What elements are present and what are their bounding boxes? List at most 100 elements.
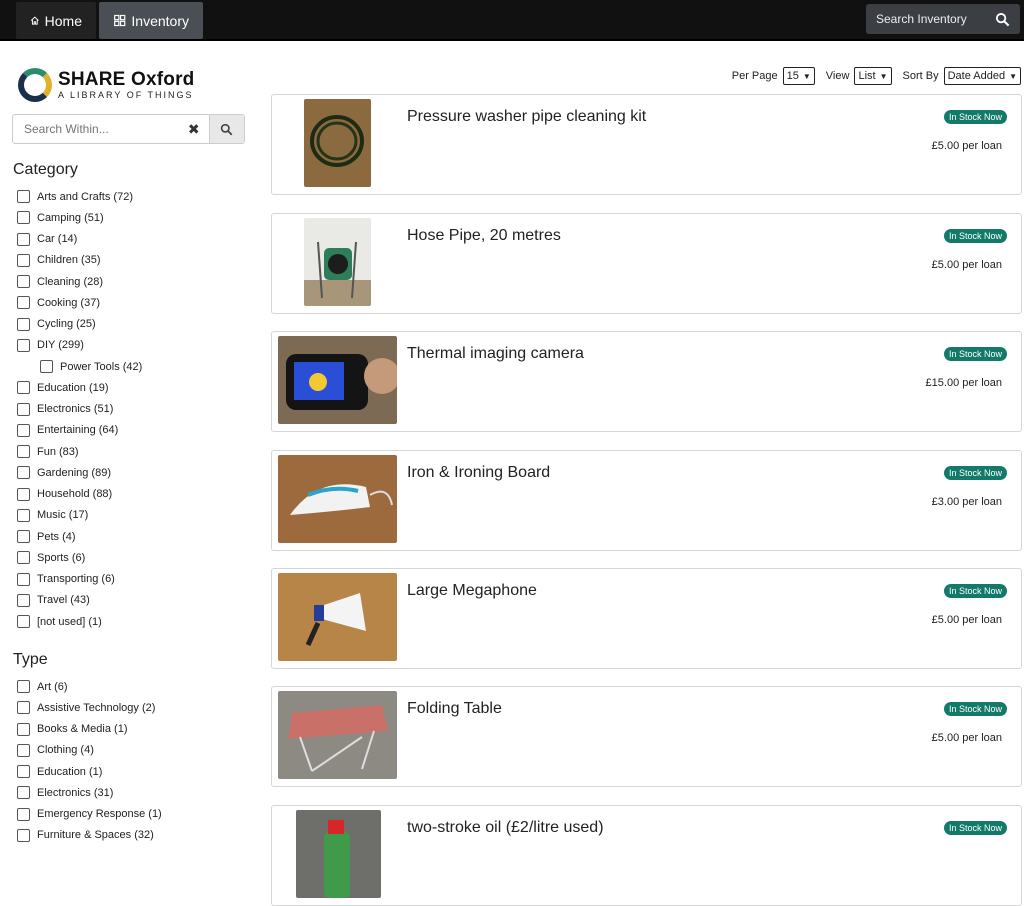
item-image[interactable] — [278, 573, 397, 661]
list-controls: Per Page 15 ▼ View List ▼ Sort By Date Add… — [732, 67, 1021, 85]
checkbox[interactable] — [17, 765, 30, 779]
item-title[interactable]: Hose Pipe, 20 metres — [407, 227, 561, 245]
type-filter-item[interactable]: Electronics (31) — [17, 782, 162, 803]
item-card[interactable]: Hose Pipe, 20 metres In Stock Now £5.00 … — [271, 213, 1022, 314]
item-image[interactable] — [278, 336, 397, 424]
category-filter-item[interactable]: Music (17) — [17, 505, 142, 526]
filter-label: Entertaining (64) — [37, 424, 119, 437]
checkbox[interactable] — [17, 445, 30, 459]
category-filter-item[interactable]: Sports (6) — [17, 547, 142, 568]
checkbox[interactable] — [17, 232, 30, 246]
category-filter-item[interactable]: [not used] (1) — [17, 611, 142, 632]
checkbox[interactable] — [17, 190, 30, 204]
per-page-select[interactable]: 15 ▼ — [782, 67, 815, 85]
checkbox[interactable] — [17, 381, 30, 395]
filter-label: Electronics (51) — [37, 403, 114, 416]
category-filter-item[interactable]: Cycling (25) — [17, 314, 142, 335]
item-image[interactable] — [278, 455, 397, 543]
checkbox[interactable] — [17, 743, 30, 757]
checkbox[interactable] — [17, 572, 30, 586]
item-card[interactable]: two-stroke oil (£2/litre used) In Stock … — [271, 805, 1022, 906]
item-title[interactable]: Iron & Ironing Board — [407, 464, 550, 482]
view-select[interactable]: List ▼ — [854, 67, 892, 85]
nav-home-button[interactable]: Home — [16, 2, 96, 39]
category-filter-item[interactable]: Pets (4) — [17, 526, 142, 547]
share-oxford-logo[interactable]: SHARE Oxford A LIBRARY OF THINGS — [18, 68, 194, 104]
category-filter-item[interactable]: Power Tools (42) — [17, 356, 142, 377]
item-title[interactable]: Large Megaphone — [407, 582, 537, 600]
nav-inventory-label: Inventory — [131, 12, 189, 29]
checkbox[interactable] — [17, 615, 30, 629]
item-card[interactable]: Folding Table In Stock Now £5.00 per loa… — [271, 686, 1022, 787]
clear-icon[interactable]: ✖ — [179, 121, 209, 138]
nav-home-label: Home — [44, 12, 82, 29]
checkbox[interactable] — [17, 317, 30, 331]
category-filter-item[interactable]: Arts and Crafts (72) — [17, 186, 142, 207]
type-filter-item[interactable]: Books & Media (1) — [17, 719, 162, 740]
category-filter-item[interactable]: Education (19) — [17, 377, 142, 398]
search-within-input[interactable] — [13, 115, 179, 143]
category-filter-item[interactable]: Camping (51) — [17, 207, 142, 228]
checkbox[interactable] — [17, 530, 30, 544]
category-filter-item[interactable]: Household (88) — [17, 484, 142, 505]
checkbox[interactable] — [17, 402, 30, 416]
checkbox[interactable] — [17, 508, 30, 522]
item-title[interactable]: Folding Table — [407, 700, 502, 718]
checkbox[interactable] — [17, 338, 30, 352]
type-filter-item[interactable]: Furniture & Spaces (32) — [17, 825, 162, 846]
category-filter-item[interactable]: Entertaining (64) — [17, 420, 142, 441]
item-image[interactable] — [304, 218, 371, 306]
category-filter-item[interactable]: Car (14) — [17, 229, 142, 250]
checkbox[interactable] — [17, 275, 30, 289]
checkbox[interactable] — [17, 680, 30, 694]
type-filter-item[interactable]: Art (6) — [17, 676, 162, 697]
category-filter-item[interactable]: Cooking (37) — [17, 292, 142, 313]
checkbox[interactable] — [17, 722, 30, 736]
checkbox[interactable] — [17, 253, 30, 267]
filter-label: DIY (299) — [37, 339, 84, 352]
item-title[interactable]: Thermal imaging camera — [407, 345, 584, 363]
type-filter-item[interactable]: Education (1) — [17, 761, 162, 782]
checkbox[interactable] — [17, 296, 30, 310]
type-filter-item[interactable]: Assistive Technology (2) — [17, 697, 162, 718]
category-filter-item[interactable]: Transporting (6) — [17, 569, 142, 590]
checkbox[interactable] — [17, 701, 30, 715]
filter-label: Emergency Response (1) — [37, 808, 162, 821]
checkbox[interactable] — [40, 360, 53, 374]
checkbox[interactable] — [17, 466, 30, 480]
category-filter-item[interactable]: Electronics (51) — [17, 399, 142, 420]
category-filter-item[interactable]: Fun (83) — [17, 441, 142, 462]
checkbox[interactable] — [17, 786, 30, 800]
checkbox[interactable] — [17, 423, 30, 437]
item-title[interactable]: two-stroke oil (£2/litre used) — [407, 819, 604, 837]
category-filter-item[interactable]: Gardening (89) — [17, 462, 142, 483]
sort-by-select[interactable]: Date Added ▼ — [943, 67, 1021, 85]
category-filter-item[interactable]: DIY (299) — [17, 335, 142, 356]
item-card[interactable]: Iron & Ironing Board In Stock Now £3.00 … — [271, 450, 1022, 551]
checkbox[interactable] — [17, 211, 30, 225]
category-filter-item[interactable]: Children (35) — [17, 250, 142, 271]
sort-by-label: Sort By — [902, 70, 939, 82]
item-card[interactable]: Large Megaphone In Stock Now £5.00 per l… — [271, 568, 1022, 669]
checkbox[interactable] — [17, 807, 30, 821]
item-title[interactable]: Pressure washer pipe cleaning kit — [407, 108, 646, 126]
nav-inventory-button[interactable]: Inventory — [99, 2, 203, 39]
item-image[interactable] — [296, 810, 381, 898]
filter-label: Music (17) — [37, 509, 89, 522]
item-card[interactable]: Thermal imaging camera In Stock Now £15.… — [271, 331, 1022, 432]
checkbox[interactable] — [17, 487, 30, 501]
item-card[interactable]: Pressure washer pipe cleaning kit In Sto… — [271, 94, 1022, 195]
type-filter-item[interactable]: Emergency Response (1) — [17, 804, 162, 825]
item-image[interactable] — [278, 691, 397, 779]
checkbox[interactable] — [17, 828, 30, 842]
filter-label: Car (14) — [37, 233, 78, 246]
checkbox[interactable] — [17, 593, 30, 607]
category-filter-item[interactable]: Travel (43) — [17, 590, 142, 611]
search-inventory-button[interactable]: Search Inventory — [866, 4, 1020, 34]
category-filter-item[interactable]: Cleaning (28) — [17, 271, 142, 292]
type-filter-item[interactable]: Clothing (4) — [17, 740, 162, 761]
filter-label: Education (1) — [37, 765, 103, 778]
search-within-button[interactable] — [208, 115, 244, 143]
item-image[interactable] — [304, 99, 371, 187]
checkbox[interactable] — [17, 551, 30, 565]
